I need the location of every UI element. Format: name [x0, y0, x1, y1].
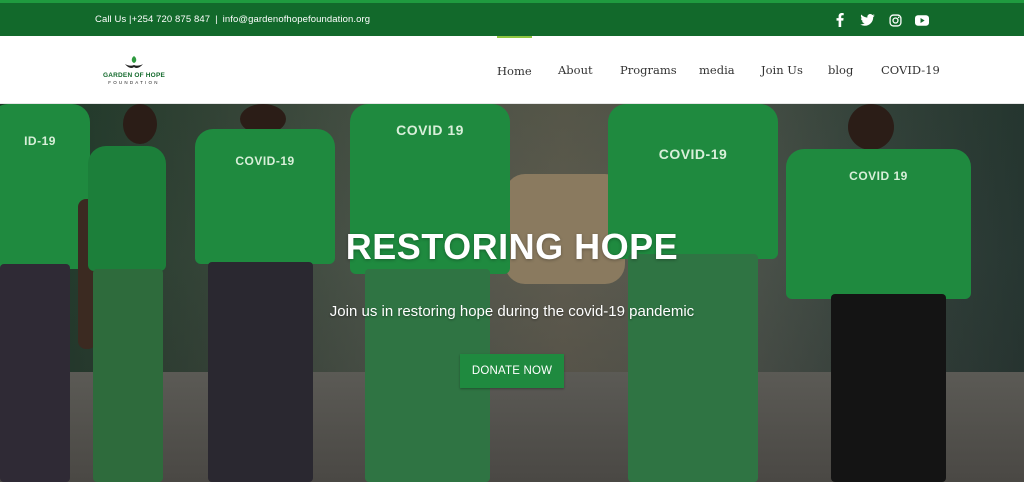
- shirt-text: COVID 19: [396, 122, 464, 138]
- worker-head: [123, 104, 157, 144]
- phone-text[interactable]: Call Us |+254 720 875 847: [95, 14, 210, 25]
- worker-figure: COVID 19: [350, 104, 510, 482]
- shirt-text: ID-19: [24, 134, 56, 148]
- logo[interactable]: GARDEN OF HOPE FOUNDATION: [96, 54, 172, 88]
- worker-figure: COVID-19: [190, 104, 340, 482]
- site-header: GARDEN OF HOPE FOUNDATION Home About Pro…: [0, 36, 1024, 104]
- contact-separator: |: [215, 14, 218, 25]
- worker-pants: [831, 294, 946, 482]
- worker-pants: [628, 254, 758, 482]
- youtube-icon[interactable]: [914, 12, 930, 28]
- hero-title: RESTORING HOPE: [345, 226, 679, 267]
- instagram-icon[interactable]: [887, 12, 903, 28]
- shirt-text: COVID-19: [235, 154, 295, 168]
- nav-item-programs[interactable]: Programs: [620, 36, 677, 104]
- worker-pants: [208, 262, 313, 482]
- hero-banner: ID-19 COVID-19 COVID 19 COVID-19 COVID 1…: [0, 104, 1024, 482]
- contact-info: Call Us |+254 720 875 847 | info@gardenofh…: [95, 14, 370, 25]
- worker-pants: [93, 269, 163, 482]
- shirt-text: COVID-19: [658, 146, 728, 162]
- nav-item-about[interactable]: About: [558, 36, 593, 104]
- nav-item-home[interactable]: Home: [497, 36, 532, 104]
- hero-subtitle: Join us in restoring hope during the cov…: [329, 303, 695, 320]
- worker-figure: COVID 19: [786, 104, 976, 482]
- worker-figure: ID-19: [0, 104, 100, 482]
- top-bar: Call Us |+254 720 875 847 | info@gardenofh…: [0, 0, 1024, 36]
- nav-item-blog[interactable]: blog: [828, 36, 853, 104]
- hands-leaf-icon: [125, 56, 143, 68]
- worker-head: [848, 104, 894, 150]
- worker-shirt: COVID 19: [786, 149, 971, 299]
- nav-item-covid-19[interactable]: COVID-19: [881, 36, 940, 104]
- logo-subtitle: FOUNDATION: [108, 80, 160, 85]
- facebook-icon[interactable]: [833, 12, 847, 28]
- worker-figure: COVID-19: [608, 104, 778, 482]
- twitter-icon[interactable]: [859, 12, 875, 28]
- email-link[interactable]: info@gardenofhopefoundation.org: [223, 14, 370, 25]
- worker-pants: [0, 264, 70, 482]
- nav-item-media[interactable]: media: [699, 36, 735, 104]
- donate-now-button[interactable]: DONATE NOW: [460, 354, 564, 388]
- shirt-text: COVID 19: [849, 169, 908, 183]
- nav-item-join-us[interactable]: Join Us: [761, 36, 803, 104]
- logo-name: GARDEN OF HOPE: [102, 72, 166, 79]
- worker-figure: [88, 104, 178, 482]
